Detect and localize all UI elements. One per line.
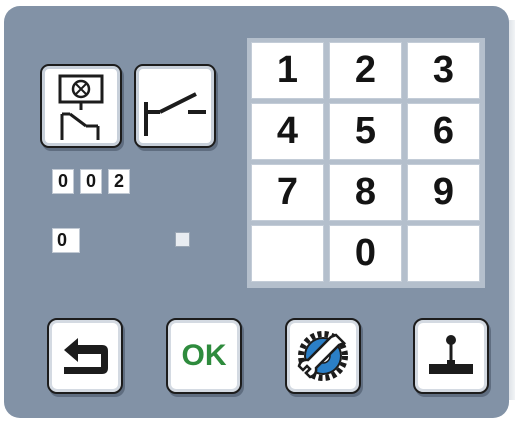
switch-contact-icon <box>144 92 206 136</box>
key-3[interactable]: 3 <box>407 42 480 99</box>
key-9[interactable]: 9 <box>407 164 480 221</box>
settings-button[interactable] <box>285 318 361 394</box>
return-arrow-icon <box>64 338 108 374</box>
key-6[interactable]: 6 <box>407 103 480 160</box>
ok-button[interactable]: OK <box>166 318 242 394</box>
output-button[interactable] <box>413 318 489 394</box>
value-field[interactable]: 0 <box>52 228 80 253</box>
joystick-lever-icon <box>429 335 473 374</box>
status-indicator <box>175 232 190 247</box>
key-0[interactable]: 0 <box>329 225 402 282</box>
counter-digit: 0 <box>52 169 74 194</box>
key-blank-right[interactable] <box>407 225 480 282</box>
wrench-gear-icon <box>297 331 348 381</box>
relay-contact-schematic-icon <box>58 74 104 140</box>
key-4[interactable]: 4 <box>251 103 324 160</box>
key-blank-left[interactable] <box>251 225 324 282</box>
contact-schematic-button[interactable] <box>40 64 122 148</box>
key-5[interactable]: 5 <box>329 103 402 160</box>
counter-digit: 0 <box>80 169 102 194</box>
counter-digit: 2 <box>108 169 130 194</box>
key-2[interactable]: 2 <box>329 42 402 99</box>
key-1[interactable]: 1 <box>251 42 324 99</box>
key-8[interactable]: 8 <box>329 164 402 221</box>
back-button[interactable] <box>47 318 123 394</box>
key-7[interactable]: 7 <box>251 164 324 221</box>
switch-contact-button[interactable] <box>134 64 216 148</box>
ok-label: OK <box>181 339 227 372</box>
numeric-keypad: 1 2 3 4 5 6 7 8 9 0 <box>247 38 485 288</box>
